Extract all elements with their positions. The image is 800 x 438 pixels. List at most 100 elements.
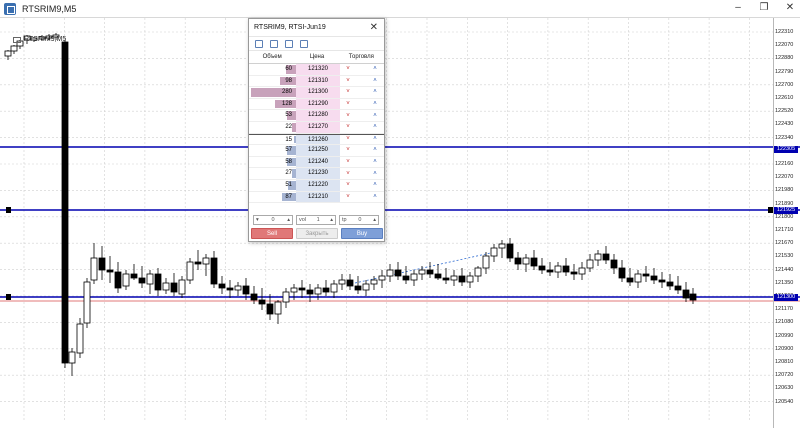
sell-arrow-icon[interactable]: ˅	[343, 101, 353, 107]
candle	[114, 271, 122, 289]
buy-arrow-icon[interactable]: ˄	[370, 78, 380, 84]
candle	[554, 265, 562, 273]
ask-level-row[interactable]: 128 121290 ˅ ˄	[249, 98, 384, 111]
bid-volume: 58	[249, 157, 296, 168]
dom-levels: 60 121320 ˅ ˄ 98 121310 ˅ ˄ 280 121300 ˅ ˄ 128 121290…	[249, 64, 384, 204]
bid-price: 121230	[296, 168, 340, 179]
buy-arrow-icon[interactable]: ˄	[370, 159, 380, 165]
price-tick-label: 121890	[775, 200, 794, 207]
price-tick-label: 121710	[775, 227, 794, 233]
candle	[666, 281, 674, 287]
candle	[658, 279, 666, 283]
candlestick-chart[interactable]	[0, 18, 800, 438]
candle	[266, 303, 274, 315]
candle	[610, 259, 618, 269]
minimize-icon[interactable]: –	[732, 2, 744, 13]
sell-arrow-icon[interactable]: ˅	[343, 171, 353, 177]
buy-arrow-icon[interactable]: ˄	[370, 101, 380, 107]
candle	[61, 41, 69, 364]
buy-arrow-icon[interactable]: ˄	[370, 136, 380, 142]
ask-level-row[interactable]: 98 121310 ˅ ˄	[249, 75, 384, 88]
ask-level-row[interactable]: 60 121320 ˅ ˄	[249, 64, 384, 76]
buy-arrow-icon[interactable]: ˄	[370, 124, 380, 130]
bid-level-row[interactable]: 58 121240 ˅ ˄	[249, 156, 384, 169]
level-handle	[6, 207, 11, 213]
sell-arrow-icon[interactable]: ˅	[343, 78, 353, 84]
close-icon[interactable]: ✕	[370, 22, 378, 33]
candle	[178, 279, 186, 295]
price-tick-label: 120900	[775, 345, 794, 352]
dom-titlebar: RTSRIM9, RTSI-Jun19 ✕	[249, 19, 384, 37]
sell-button[interactable]: Sell	[251, 228, 293, 239]
order-buttons: Sell Закрыть Buy	[251, 228, 383, 240]
sell-arrow-icon[interactable]: ˅	[343, 113, 353, 119]
candle	[426, 269, 434, 275]
ask-price: 121300	[296, 87, 340, 98]
chart-symbol-label: RTSRIM9,M5	[13, 36, 66, 43]
bid-level-row[interactable]: 27 121230 ˅ ˄	[249, 168, 384, 180]
ask-price: 121290	[296, 98, 340, 110]
buy-arrow-icon[interactable]: ˄	[370, 89, 380, 95]
candle	[530, 257, 538, 267]
sl-input[interactable]: ▾ 0 ▴	[253, 215, 293, 225]
candle	[146, 273, 154, 285]
ask-level-row[interactable]: 280 121300 ˅ ˄	[249, 87, 384, 99]
candle	[450, 275, 458, 281]
buy-arrow-icon[interactable]: ˄	[370, 194, 380, 200]
sell-arrow-icon[interactable]: ˅	[343, 182, 353, 188]
buy-arrow-icon[interactable]: ˄	[370, 147, 380, 153]
candle	[362, 283, 370, 291]
ask-level-row[interactable]: 53 121280 ˅ ˄	[249, 110, 384, 122]
price-axis[interactable]	[773, 18, 800, 428]
ask-level-row[interactable]: 22 121270 ˅ ˄	[249, 121, 384, 134]
tp-input[interactable]: tp 0 ▴	[339, 215, 379, 225]
candle	[402, 275, 410, 281]
buy-arrow-icon[interactable]: ˄	[370, 182, 380, 188]
price-tick-label: 121080	[775, 319, 794, 326]
sell-arrow-icon[interactable]: ˅	[343, 159, 353, 165]
candle	[98, 257, 106, 271]
volume-input[interactable]: vol 1 ▴	[296, 215, 336, 225]
sell-arrow-icon[interactable]: ˅	[343, 136, 353, 142]
sell-arrow-icon[interactable]: ˅	[343, 194, 353, 200]
order-params: ▾ 0 ▴ vol 1 ▴ tp 0 ▴	[253, 215, 381, 227]
price-tick-label: 121440	[775, 266, 794, 273]
sell-arrow-icon[interactable]: ˅	[343, 89, 353, 95]
candle	[570, 271, 578, 275]
depth-of-market-window[interactable]: RTSRIM9, RTSI-Jun19 ✕ Объем Цена Торговл…	[248, 18, 385, 242]
close-icon[interactable]: ✕	[784, 2, 796, 13]
price-tick-label: 122430	[775, 121, 794, 128]
one-click-icon[interactable]	[255, 39, 263, 48]
buy-arrow-icon[interactable]: ˄	[370, 171, 380, 177]
close-position-button[interactable]: Закрыть	[296, 228, 338, 239]
bid-level-row[interactable]: 15 121260 ˅ ˄	[249, 133, 384, 146]
settings-icon[interactable]	[300, 39, 308, 48]
sell-arrow-icon[interactable]: ˅	[343, 147, 353, 153]
buy-arrow-icon[interactable]: ˄	[370, 66, 380, 72]
candle	[642, 273, 650, 277]
sell-arrow-icon[interactable]: ˅	[343, 124, 353, 130]
bid-level-row[interactable]: 57 121250 ˅ ˄	[249, 145, 384, 157]
buy-arrow-icon[interactable]: ˄	[370, 113, 380, 119]
chart-icon[interactable]	[285, 39, 293, 48]
orders-icon[interactable]	[270, 39, 278, 48]
dom-column-headers: Объем Цена Торговля	[249, 51, 384, 64]
sell-arrow-icon[interactable]: ˅	[343, 66, 353, 72]
restore-icon[interactable]: ❐	[758, 2, 770, 13]
price-chart[interactable]: RTSRIM9,M5 122310 122070 122880 122790 12270…	[0, 18, 800, 438]
candle	[234, 285, 242, 291]
bid-volume: 51	[249, 180, 296, 191]
chart-window-icon	[4, 2, 16, 15]
candle	[290, 287, 298, 293]
bid-level-row[interactable]: 51 121220 ˅ ˄	[249, 179, 384, 192]
buy-button[interactable]: Buy	[341, 228, 383, 239]
candle	[538, 265, 546, 271]
candle	[274, 301, 282, 315]
candle	[634, 273, 642, 283]
bid-price: 121220	[296, 179, 340, 191]
price-tick-label: 122070	[775, 42, 794, 49]
candle	[218, 283, 226, 289]
bid-level-row[interactable]: 87 121210 ˅ ˄	[249, 191, 384, 204]
candle	[314, 287, 322, 295]
price-tick-label: 122700	[775, 81, 794, 88]
